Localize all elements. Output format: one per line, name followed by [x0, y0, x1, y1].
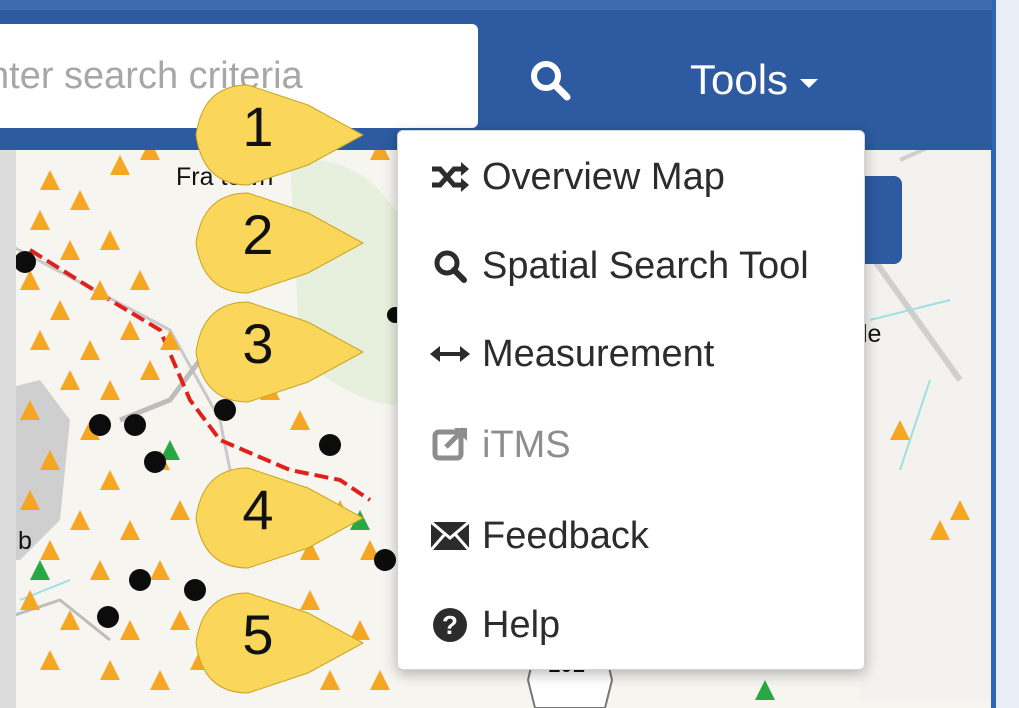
search-button[interactable]: [520, 40, 580, 120]
callout-3: 3: [188, 297, 368, 407]
question-circle-icon: ?: [428, 603, 472, 647]
callout-1: 1: [188, 80, 368, 190]
menu-item-itms[interactable]: iTMS: [428, 415, 571, 475]
callout-number: 2: [242, 203, 274, 266]
app-window: Fra town le b 101 Tools: [0, 0, 1019, 708]
menu-item-label: Spatial Search Tool: [482, 244, 809, 287]
menu-item-label: Help: [482, 603, 561, 646]
tools-dropdown-button[interactable]: Tools: [690, 50, 819, 110]
window-right-border: [991, 0, 1019, 708]
callout-number: 3: [242, 312, 274, 375]
callout-5: 5: [188, 588, 368, 698]
callout-number: 4: [242, 478, 274, 541]
tools-label: Tools: [690, 56, 789, 103]
map-label-partial-left: b: [18, 527, 32, 555]
menu-item-spatial-search-tool[interactable]: Spatial Search Tool: [428, 236, 809, 296]
envelope-icon: [428, 514, 472, 558]
menu-item-feedback[interactable]: Feedback: [428, 506, 649, 566]
menu-item-help[interactable]: ? Help: [428, 595, 560, 655]
svg-text:?: ?: [442, 610, 458, 640]
menu-item-label: Measurement: [482, 332, 715, 375]
search-icon: [531, 61, 571, 101]
tools-menu: Overview Map Spatial Search Tool Measure…: [397, 130, 865, 670]
caret-down-icon: [800, 78, 819, 88]
search-icon: [428, 244, 472, 288]
top-navbar: Tools: [0, 0, 992, 150]
callout-4: 4: [188, 463, 368, 573]
horizontal-arrows-icon: [428, 332, 472, 376]
menu-item-label: iTMS: [482, 423, 571, 466]
menu-item-label: Feedback: [482, 514, 649, 557]
callout-number: 5: [242, 603, 274, 666]
shuffle-icon: [428, 155, 472, 199]
external-link-icon: [428, 423, 472, 467]
callout-2: 2: [188, 188, 368, 298]
menu-item-label: Overview Map: [482, 155, 725, 198]
menu-item-measurement[interactable]: Measurement: [428, 324, 714, 384]
navbar-top-strip: [0, 0, 992, 10]
menu-item-overview-map[interactable]: Overview Map: [428, 147, 725, 207]
callout-number: 1: [242, 95, 274, 158]
